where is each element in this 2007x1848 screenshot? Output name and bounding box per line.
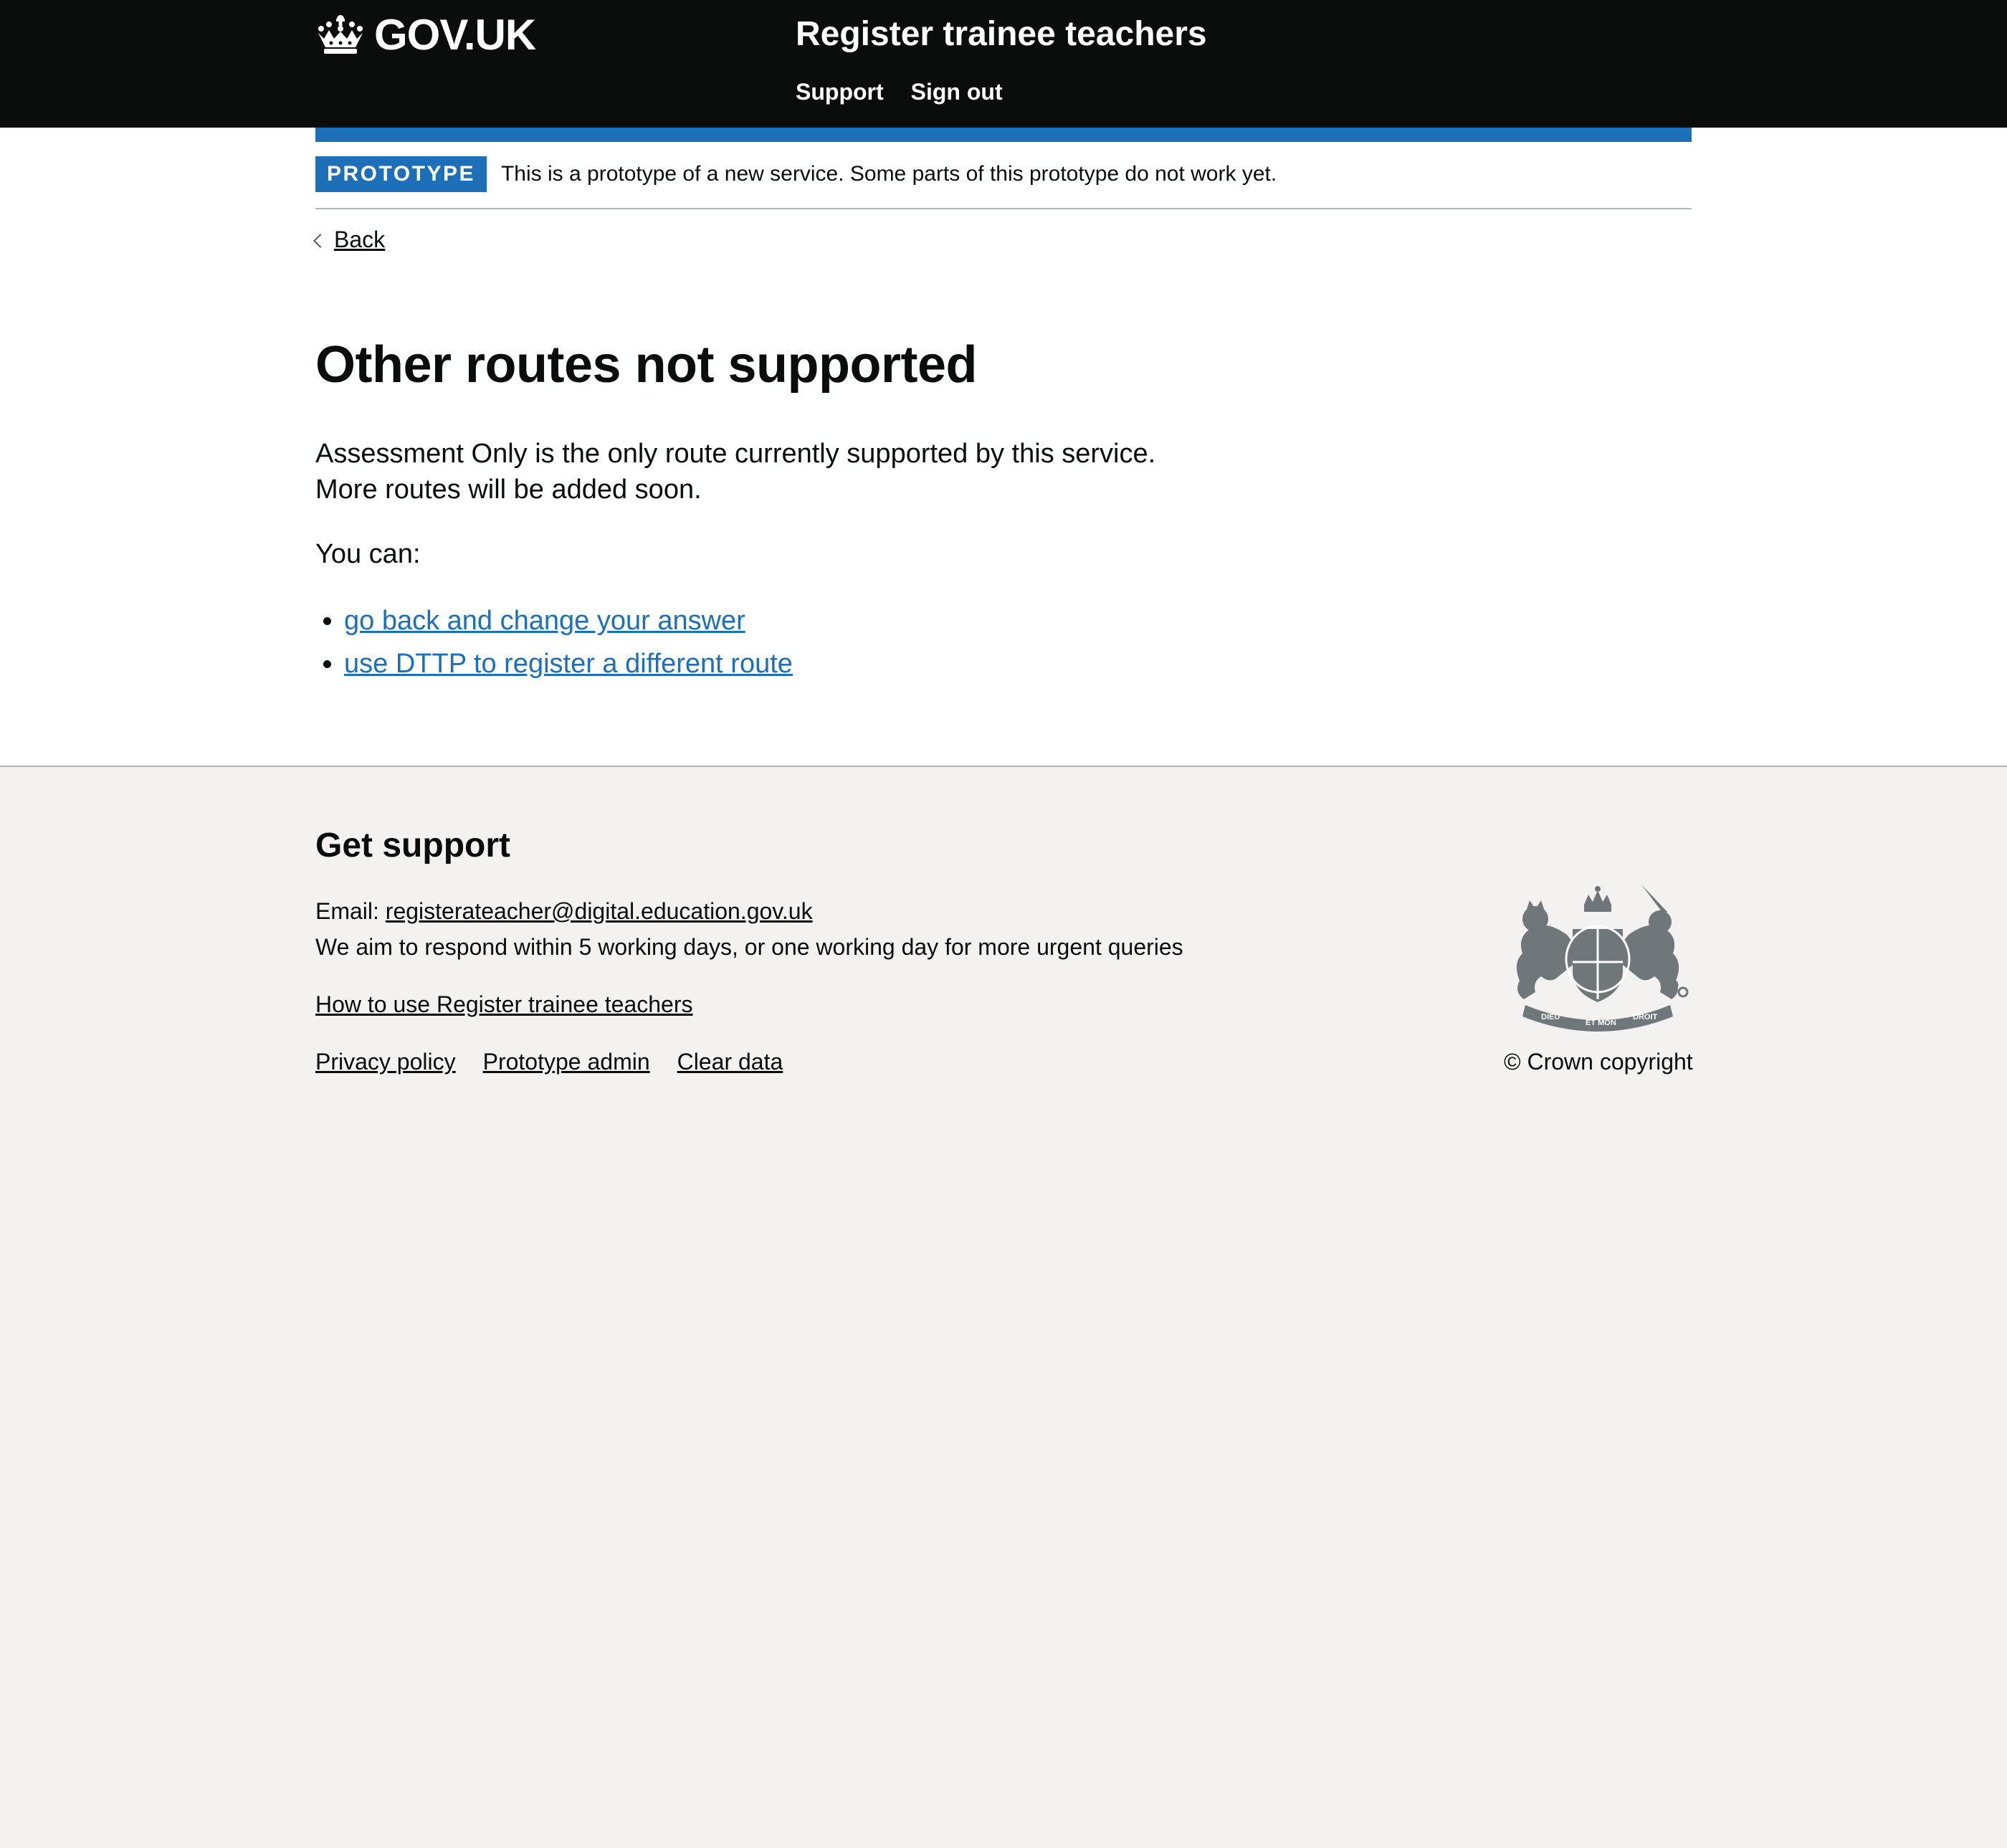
prototype-admin-link[interactable]: Prototype admin [483,1047,650,1077]
crest-motto-1: DIEU [1541,1013,1560,1021]
list-item: use DTTP to register a different route [344,642,793,685]
response-time-note: We aim to respond within 5 working days,… [315,934,1183,960]
support-email-link[interactable]: registerateacher@digital.education.gov.u… [386,898,813,924]
service-name-link[interactable]: Register trainee teachers [796,13,1207,56]
site-header: GOV.UK Register trainee teachers Support… [0,0,2007,128]
crown-copyright-link[interactable]: © Crown copyright [1504,1047,1693,1077]
list-item: go back and change your answer [344,599,793,642]
site-footer: Get support Email: registerateacher@digi… [0,766,2007,1848]
clear-data-link[interactable]: Clear data [677,1047,783,1077]
crest-motto-3: DROIT [1633,1013,1658,1021]
nav-sign-out-link[interactable]: Sign out [911,75,1003,109]
back-link[interactable]: Back [313,227,386,253]
crest-motto-2: ET MON [1586,1019,1616,1027]
royal-coat-of-arms-icon: DIEU ET MON DROIT [1516,885,1689,1032]
footer-heading: Get support [315,827,510,865]
phase-tag: PROTOTYPE [315,156,487,192]
footer-email-line: Email: registerateacher@digital.educatio… [315,896,813,926]
change-answer-link[interactable]: go back and change your answer [344,606,745,636]
privacy-policy-link[interactable]: Privacy policy [315,1047,456,1077]
nav-support-link[interactable]: Support [796,75,884,109]
phase-banner: PROTOTYPE This is a prototype of a new s… [315,156,1692,209]
lead-paragraph: Assessment Only is the only route curren… [315,439,1156,505]
chevron-left-icon [313,233,328,248]
phase-banner-text: This is a prototype of a new service. So… [500,162,1277,186]
options-list: go back and change your answer use DTTP … [315,599,793,685]
email-label: Email: [315,898,379,924]
back-link-label: Back [334,227,386,252]
page-title: Other routes not supported [315,336,978,394]
header-navigation: Support Sign out [796,75,1003,109]
footer-links: Privacy policy Prototype admin Clear dat… [315,1047,783,1077]
you-can-text: You can: [315,539,421,569]
logo-text: GOV.UK [374,11,536,59]
crown-icon [318,15,363,54]
govuk-logo-link[interactable]: GOV.UK [315,10,536,60]
use-dttp-link[interactable]: use DTTP to register a different route [344,649,793,679]
header-blue-bar [315,128,1692,142]
how-to-use-link[interactable]: How to use Register trainee teachers [315,989,692,1019]
